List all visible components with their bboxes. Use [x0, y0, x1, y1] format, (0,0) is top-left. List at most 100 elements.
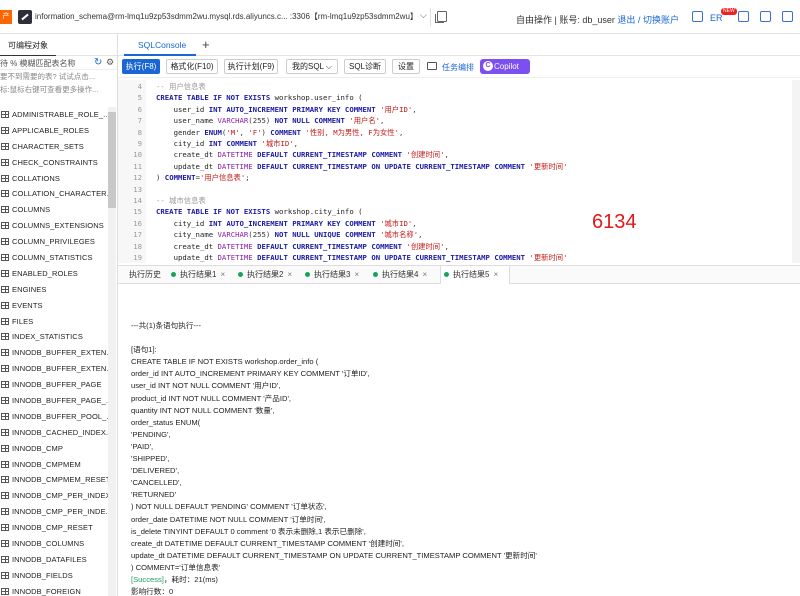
- sql-diagnose-button[interactable]: SQL诊断: [344, 59, 386, 74]
- sidebar-table-item[interactable]: INNODB_CMP: [0, 441, 108, 457]
- chevron-down-icon[interactable]: ⌵: [420, 10, 427, 21]
- format-button[interactable]: 格式化(F10): [166, 59, 218, 74]
- code-line[interactable]: 10 create_dt DATETIME DEFAULT CURRENT_TI…: [118, 149, 800, 160]
- sidebar-table-item[interactable]: INNODB_FIELDS: [0, 568, 108, 584]
- sidebar-table-item[interactable]: COLUMN_STATISTICS: [0, 250, 108, 266]
- sidebar-table-item[interactable]: INNODB_CMP_PER_INDEX: [0, 488, 108, 504]
- table-icon: [1, 317, 9, 325]
- sidebar-table-item[interactable]: INNODB_CMP_RESET: [0, 520, 108, 536]
- sql-editor[interactable]: 4 -- 用户信息表 5 CREATE TABLE IF NOT EXISTS wor…: [118, 80, 800, 263]
- plan-button[interactable]: 执行计划(F9): [224, 59, 278, 74]
- sidebar-table-item[interactable]: INNODB_FOREIGN: [0, 584, 108, 596]
- sidebar-table-item[interactable]: INNODB_CMP_PER_INDE...: [0, 504, 108, 520]
- result-tab-0[interactable]: 执行历史: [126, 266, 166, 284]
- help-icon[interactable]: [760, 11, 771, 22]
- sidebar-table-item[interactable]: FILES: [0, 314, 108, 330]
- code-line[interactable]: 14 -- 城市信息表: [118, 195, 800, 206]
- top-bar: 产 information_schema@rm-lmq1u9zp53sdmm2w…: [0, 0, 800, 34]
- output-line: user_id INT NOT NULL COMMENT '用户ID',: [131, 381, 281, 391]
- hint-line-1[interactable]: 要不到需要的表? 试试点击...: [0, 70, 117, 83]
- sidebar-scroll-thumb[interactable]: [108, 112, 116, 208]
- code-line[interactable]: 19 update_dt DATETIME DEFAULT CURRENT_TI…: [118, 252, 800, 263]
- sidebar-table-item[interactable]: INNODB_BUFFER_POOL_...: [0, 409, 108, 425]
- result-tab-3[interactable]: 执行结果3 ×: [302, 266, 366, 284]
- code-line[interactable]: 11 update_dt DATETIME DEFAULT CURRENT_TI…: [118, 161, 800, 172]
- output-line: update_dt DATETIME DEFAULT CURRENT_TIMES…: [131, 550, 537, 560]
- code-line[interactable]: 5 CREATE TABLE IF NOT EXISTS workshop.use…: [118, 92, 800, 103]
- code-line[interactable]: 15 CREATE TABLE IF NOT EXISTS workshop.ci…: [118, 206, 800, 217]
- sidebar-table-item[interactable]: INNODB_BUFFER_EXTEN...: [0, 345, 108, 361]
- sidebar-table-item[interactable]: ENABLED_ROLES: [0, 266, 108, 282]
- result-tab-4[interactable]: 执行结果4 ×: [370, 266, 436, 284]
- sidebar-table-item[interactable]: COLUMNS_EXTENSIONS: [0, 218, 108, 234]
- result-tab-5[interactable]: 执行结果5 ×: [440, 266, 510, 284]
- code-line[interactable]: 17 city_name VARCHAR(255) NOT NULL UNIQU…: [118, 229, 800, 240]
- gear-icon[interactable]: ⚙: [106, 57, 114, 68]
- code-line[interactable]: 12) COMMENT='用户信息表';: [118, 172, 800, 183]
- my-sql-dropdown[interactable]: 我的SQL ⌵: [286, 59, 338, 74]
- sidebar-table-item[interactable]: COLLATION_CHARACTER...: [0, 186, 108, 202]
- table-icon: [1, 571, 9, 579]
- sidebar-table-item[interactable]: INNODB_BUFFER_EXTEN...: [0, 361, 108, 377]
- affected-rows: 影响行数：0: [131, 587, 174, 596]
- close-icon[interactable]: ×: [354, 270, 359, 279]
- code-line[interactable]: 9 city_id INT COMMENT '城市ID',: [118, 138, 800, 149]
- copilot-button[interactable]: Copilot: [480, 59, 530, 74]
- settings-button[interactable]: 设置: [392, 59, 420, 74]
- execute-button[interactable]: 执行(F8): [122, 59, 160, 74]
- sidebar-table-item[interactable]: ADMINISTRABLE_ROLE_...: [0, 107, 108, 123]
- result-tab-2[interactable]: 执行结果2 ×: [235, 266, 299, 284]
- sidebar-table-item[interactable]: COLUMNS: [0, 202, 108, 218]
- sidebar-table-item[interactable]: CHECK_CONSTRAINTS: [0, 155, 108, 171]
- app-logo[interactable]: 产: [0, 10, 12, 24]
- close-icon[interactable]: ×: [220, 270, 225, 279]
- table-icon: [1, 158, 9, 166]
- code-line[interactable]: 4 -- 用户信息表: [118, 81, 800, 92]
- switch-account-link[interactable]: 切换账户: [643, 15, 679, 25]
- table-name: ENABLED_ROLES: [12, 268, 78, 278]
- code-line[interactable]: 8 gender ENUM('M', 'F') COMMENT '性别, M为男…: [118, 127, 800, 138]
- tab-programmable-objects[interactable]: 可编程对象: [0, 34, 117, 56]
- sidebar-table-item[interactable]: COLLATIONS: [0, 171, 108, 187]
- new-window-icon[interactable]: [435, 11, 447, 23]
- sidebar-table-item[interactable]: INNODB_CACHED_INDEX...: [0, 425, 108, 441]
- code-line[interactable]: 6 user_id INT AUTO_INCREMENT PRIMARY KEY…: [118, 104, 800, 115]
- table-search[interactable]: 待 % 模糊匹配表名称 ↻ ⚙: [0, 56, 117, 70]
- notification-icon[interactable]: [738, 11, 749, 22]
- close-icon[interactable]: ×: [287, 270, 292, 279]
- code-line[interactable]: 18 create_dt DATETIME DEFAULT CURRENT_TI…: [118, 241, 800, 252]
- output-line: ) COMMENT='订单信息表': [131, 562, 221, 572]
- connection-selector[interactable]: information_schema@rm-lmq1u9zp53sdmm2wu.…: [35, 8, 431, 26]
- code-line[interactable]: 13: [118, 184, 800, 195]
- sidebar-table-item[interactable]: INDEX_STATISTICS: [0, 329, 108, 345]
- code-line[interactable]: 16 city_id INT AUTO_INCREMENT PRIMARY KE…: [118, 218, 800, 229]
- task-orchestration-link[interactable]: 任务编排: [442, 62, 474, 73]
- editor-scrollbar[interactable]: [792, 80, 800, 263]
- sidebar-table-item[interactable]: INNODB_BUFFER_PAGE: [0, 377, 108, 393]
- user-icon[interactable]: [782, 11, 793, 22]
- sidebar-table-item[interactable]: COLUMN_PRIVILEGES: [0, 234, 108, 250]
- result-tab-1[interactable]: 执行结果1 ×: [168, 266, 232, 284]
- logout-link[interactable]: 退出: [617, 15, 635, 25]
- output-line: 'RETURNED': [131, 490, 177, 500]
- table-name: COLUMNS: [12, 205, 51, 215]
- sidebar-table-item[interactable]: INNODB_CMPMEM_RESET: [0, 472, 108, 488]
- keyboard-icon[interactable]: [427, 62, 437, 70]
- tab-sqlconsole[interactable]: SQLConsole: [124, 34, 196, 56]
- sidebar-table-item[interactable]: EVENTS: [0, 298, 108, 314]
- sidebar-table-item[interactable]: ENGINES: [0, 282, 108, 298]
- refresh-icon[interactable]: ↻: [94, 57, 102, 68]
- apps-icon[interactable]: [692, 11, 703, 22]
- search-input[interactable]: 待 % 模糊匹配表名称: [0, 58, 76, 69]
- close-icon[interactable]: ×: [422, 270, 427, 279]
- add-tab-button[interactable]: +: [202, 37, 210, 52]
- close-icon[interactable]: ×: [493, 270, 498, 279]
- code-line[interactable]: 7 user_name VARCHAR(255) NOT NULL COMMEN…: [118, 115, 800, 126]
- language-switch[interactable]: ER: [710, 13, 723, 23]
- sidebar-table-item[interactable]: APPLICABLE_ROLES: [0, 123, 108, 139]
- sidebar-table-item[interactable]: INNODB_BUFFER_PAGE_...: [0, 393, 108, 409]
- sidebar-table-item[interactable]: INNODB_COLUMNS: [0, 536, 108, 552]
- sidebar-table-item[interactable]: INNODB_CMPMEM: [0, 457, 108, 473]
- sidebar-table-item[interactable]: CHARACTER_SETS: [0, 139, 108, 155]
- sidebar-table-item[interactable]: INNODB_DATAFILES: [0, 552, 108, 568]
